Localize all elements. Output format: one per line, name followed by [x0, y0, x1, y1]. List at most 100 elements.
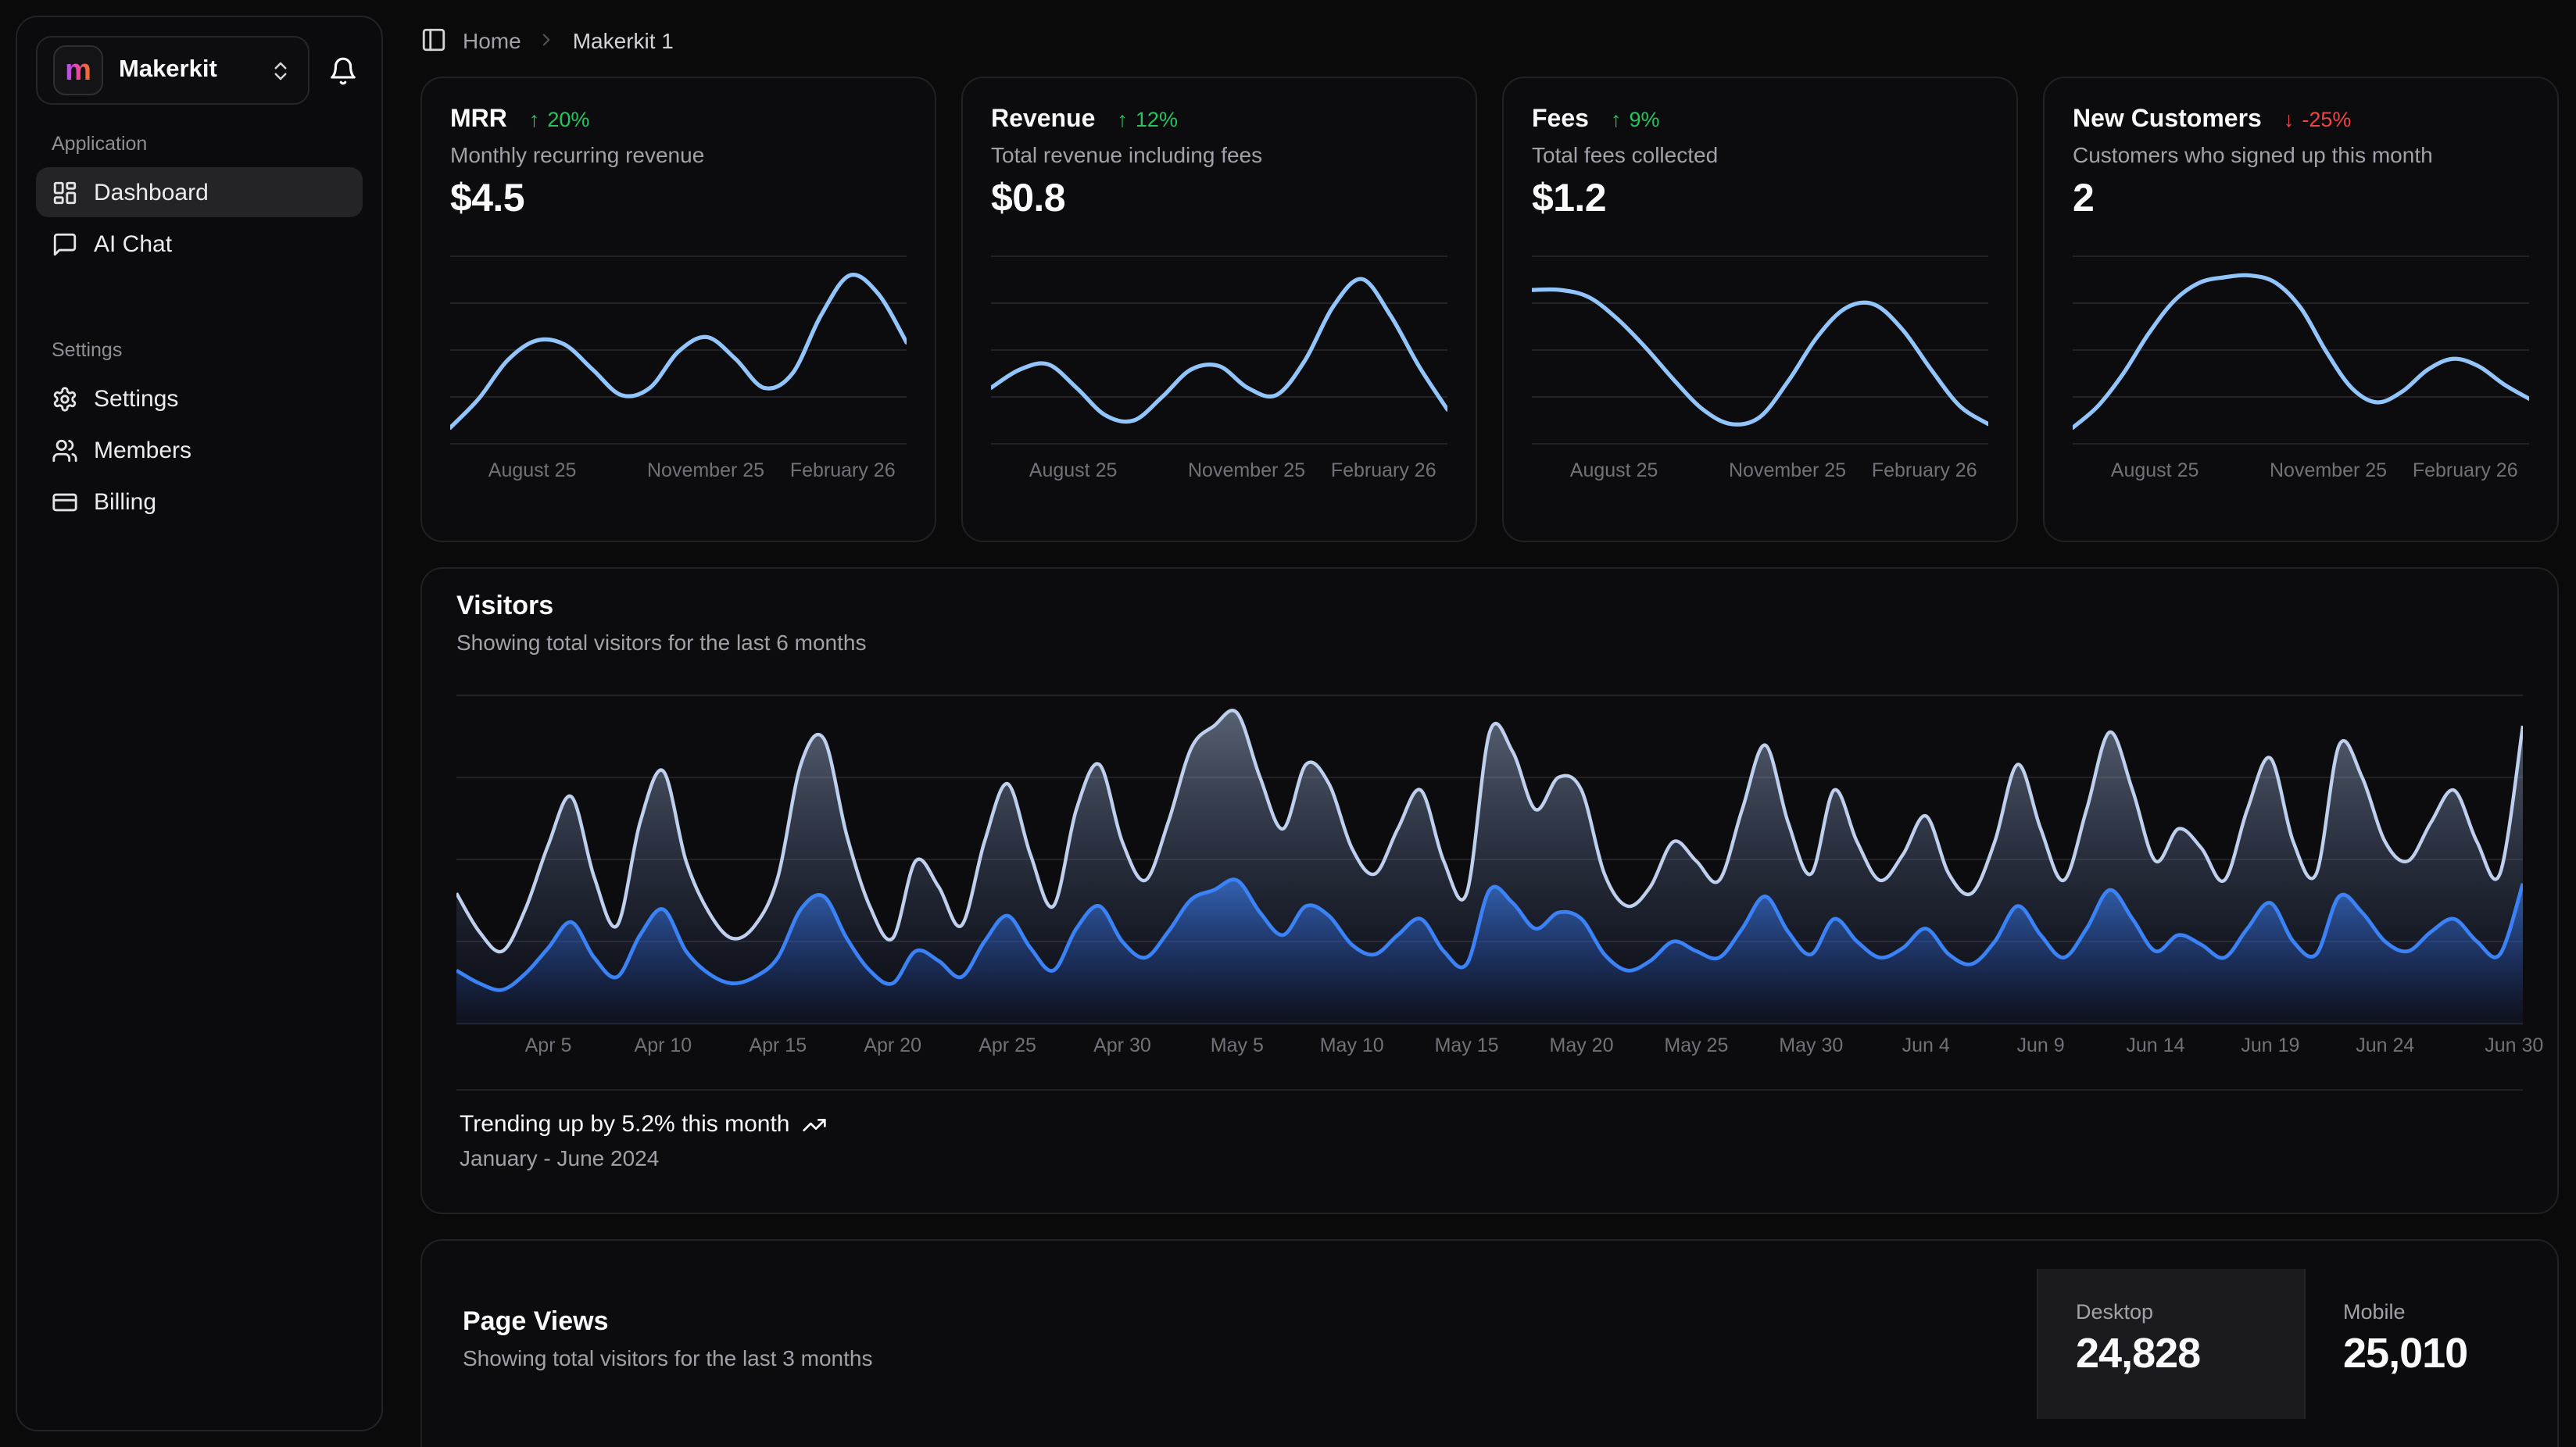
- stat-card-mrr: MRR ↑ 20% Monthly recurring revenue $4.5…: [420, 77, 936, 542]
- stat-value: 2: [2073, 177, 2529, 222]
- axis-label: Apr 25: [979, 1034, 1036, 1056]
- stat-description: Monthly recurring revenue: [450, 142, 907, 167]
- stat-head: New Customers ↓ -25%: [2073, 106, 2529, 134]
- axis-label: November 25: [1729, 459, 1846, 481]
- stat-title: Revenue: [991, 106, 1095, 134]
- axis-label: Apr 20: [864, 1034, 921, 1056]
- sidebar-toggle-button[interactable]: [420, 27, 447, 53]
- trend-badge: ↑ 20%: [529, 108, 590, 131]
- stat-value: $0.8: [991, 177, 1447, 222]
- axis-label: May 20: [1550, 1034, 1614, 1056]
- toggle-label: Mobile: [2343, 1300, 2556, 1324]
- main-area: Home Makerkit 1 MRR ↑ 20% Monthly rec: [383, 0, 2576, 1447]
- axis-label: Jun 24: [2356, 1034, 2414, 1056]
- gear-icon: [52, 385, 78, 412]
- axis-label: May 10: [1320, 1034, 1384, 1056]
- stat-card-revenue: Revenue ↑ 12% Total revenue including fe…: [961, 77, 1477, 542]
- notifications-button[interactable]: [322, 50, 363, 91]
- axis-label: February 26: [2413, 459, 2518, 481]
- stat-head: MRR ↑ 20%: [450, 106, 907, 134]
- axis-label: Jun 30: [2485, 1034, 2543, 1056]
- org-logo-letter: m: [65, 55, 91, 85]
- stat-title: MRR: [450, 106, 507, 134]
- toggle-value: 25,010: [2343, 1330, 2556, 1378]
- dashboard-content: MRR ↑ 20% Monthly recurring revenue $4.5…: [383, 53, 2576, 1447]
- visitors-trend-line: Trending up by 5.2% this month: [460, 1111, 2520, 1138]
- org-name: Makerkit: [119, 56, 217, 84]
- trend-badge: ↓ -25%: [2284, 108, 2352, 131]
- customers-axis-labels: August 25November 25February 26: [2073, 459, 2529, 488]
- toggle-mobile[interactable]: Mobile 25,010: [2304, 1269, 2556, 1419]
- sidebar-section-settings: Settings: [36, 339, 363, 361]
- stat-description: Customers who signed up this month: [2073, 142, 2529, 167]
- trend-up-arrow-icon: ↑: [529, 108, 540, 131]
- trend-badge: ↑ 9%: [1611, 108, 1660, 131]
- breadcrumb-current: Makerkit 1: [573, 27, 674, 52]
- stat-card-fees: Fees ↑ 9% Total fees collected $1.2 Augu…: [1502, 77, 2018, 542]
- sidebar-item-dashboard[interactable]: Dashboard: [36, 167, 363, 217]
- customers-sparkline-chart: [2073, 255, 2529, 445]
- mrr-sparkline-chart: [450, 255, 907, 445]
- sidebar-item-ai-chat[interactable]: AI Chat: [36, 219, 363, 269]
- trend-badge-value: -25%: [2302, 108, 2351, 131]
- dashboard-page: m Makerkit Application Dashboard: [0, 0, 2576, 1447]
- axis-label: August 25: [1029, 459, 1118, 481]
- stat-value: $4.5: [450, 177, 907, 222]
- trend-badge-value: 20%: [547, 108, 589, 131]
- stat-head: Revenue ↑ 12%: [991, 106, 1447, 134]
- axis-label: May 25: [1664, 1034, 1728, 1056]
- stat-card-new-customers: New Customers ↓ -25% Customers who signe…: [2043, 77, 2559, 542]
- visitors-footer: Trending up by 5.2% this month January -…: [456, 1089, 2523, 1170]
- sidebar-section-application: Application: [36, 133, 363, 155]
- chevron-right-icon: [537, 30, 557, 50]
- sidebar-item-billing[interactable]: Billing: [36, 477, 363, 527]
- breadcrumb-home-link[interactable]: Home: [463, 27, 521, 52]
- trend-badge: ↑ 12%: [1117, 108, 1178, 131]
- message-square-icon: [52, 230, 78, 257]
- axis-label: August 25: [1570, 459, 1658, 481]
- fees-sparkline-chart: [1532, 255, 1988, 445]
- stat-head: Fees ↑ 9%: [1532, 106, 1988, 134]
- revenue-axis-labels: August 25November 25February 26: [991, 459, 1447, 488]
- axis-label: Jun 9: [2016, 1034, 2064, 1056]
- axis-label: Apr 5: [525, 1034, 572, 1056]
- sidebar-item-label: Members: [94, 437, 191, 463]
- sidebar-item-members[interactable]: Members: [36, 425, 363, 475]
- visitors-subtitle: Showing total visitors for the last 6 mo…: [456, 630, 2523, 655]
- sidebar-item-label: Billing: [94, 488, 156, 515]
- fees-axis-labels: August 25November 25February 26: [1532, 459, 1988, 488]
- mrr-axis-labels: August 25November 25February 26: [450, 459, 907, 488]
- axis-label: Jun 4: [1902, 1034, 1950, 1056]
- axis-label: May 5: [1211, 1034, 1264, 1056]
- org-switcher[interactable]: m Makerkit: [36, 36, 309, 105]
- page-views-card: Page Views Showing total visitors for th…: [420, 1239, 2559, 1447]
- visitors-area-chart: [456, 694, 2523, 1025]
- axis-label: Jun 19: [2241, 1034, 2299, 1056]
- org-logo: m: [53, 45, 103, 95]
- toggle-desktop[interactable]: Desktop 24,828: [2037, 1269, 2304, 1419]
- stats-row: MRR ↑ 20% Monthly recurring revenue $4.5…: [420, 77, 2559, 542]
- breadcrumb: Home Makerkit 1: [383, 0, 2576, 53]
- axis-label: Jun 14: [2126, 1034, 2184, 1056]
- axis-label: November 25: [647, 459, 764, 481]
- visitors-trend-text: Trending up by 5.2% this month: [460, 1111, 789, 1138]
- sidebar-item-label: Dashboard: [94, 179, 209, 205]
- credit-card-icon: [52, 488, 78, 515]
- stat-description: Total fees collected: [1532, 142, 1988, 167]
- chevrons-up-down-icon: [269, 59, 292, 82]
- stat-description: Total revenue including fees: [991, 142, 1447, 167]
- sidebar-item-settings[interactable]: Settings: [36, 373, 363, 423]
- trend-down-arrow-icon: ↓: [2284, 108, 2295, 131]
- axis-label: Apr 15: [749, 1034, 807, 1056]
- visitors-card: Visitors Showing total visitors for the …: [420, 567, 2559, 1214]
- visitors-title: Visitors: [456, 591, 2523, 622]
- sidebar-gap: [36, 270, 363, 311]
- stat-title: New Customers: [2073, 106, 2262, 134]
- page-views-toggles: Desktop 24,828 Mobile 25,010: [2037, 1269, 2556, 1419]
- axis-label: Apr 30: [1093, 1034, 1151, 1056]
- toggle-value: 24,828: [2076, 1330, 2304, 1378]
- trending-up-icon: [802, 1112, 827, 1137]
- axis-label: November 25: [2270, 459, 2387, 481]
- sidebar-header: m Makerkit: [36, 36, 363, 105]
- sidebar: m Makerkit Application Dashboard: [16, 16, 383, 1431]
